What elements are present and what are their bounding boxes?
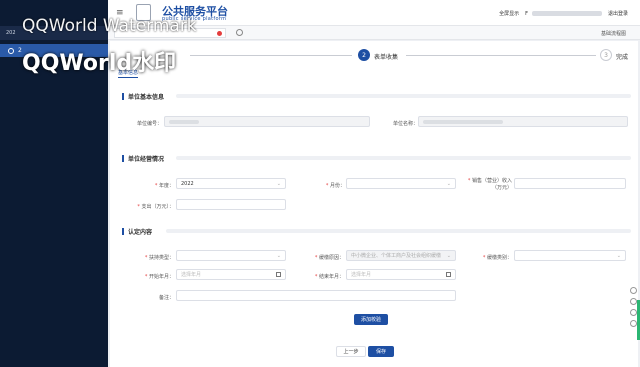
unit-no-field (164, 116, 370, 127)
close-tab-icon[interactable] (217, 31, 222, 36)
revenue-label: * 销售（营业）收入 （万元） (467, 178, 512, 191)
unit-name-label: 单位名称： (392, 121, 418, 127)
fullscreen-button[interactable]: 全屏显示 (499, 10, 519, 17)
tool-icon[interactable] (629, 298, 637, 305)
gear-icon (8, 47, 14, 54)
revenue-input[interactable] (514, 178, 626, 189)
calendar-icon (276, 272, 281, 277)
settings-icon[interactable] (236, 29, 243, 36)
category-select[interactable]: ⌄ (514, 250, 626, 261)
watermark-line-1: QQWorld Watermark (22, 16, 197, 36)
month-label: * 月份： (325, 183, 345, 189)
step-3-circle: 3 (600, 49, 612, 61)
chevron-down-icon: ⌄ (276, 181, 281, 187)
sidebar-tab-text: 202 (6, 30, 16, 36)
section-identify-title: 认定内容 (122, 227, 152, 236)
month-select[interactable]: ⌄ (346, 178, 456, 189)
category-label: * 缓缴类别： (482, 255, 512, 261)
prev-step-button[interactable]: 上一步 (336, 346, 366, 357)
header-actions: 全屏显示 F 退出登录 (493, 10, 628, 18)
step-2-label: 表单收集 (374, 54, 399, 61)
start-month-picker[interactable]: 选择年月 (176, 269, 286, 280)
watermark-line-2: QQWorld水印 (22, 51, 177, 76)
expense-input[interactable] (176, 199, 286, 210)
remark-input[interactable] (176, 290, 456, 301)
user-name[interactable]: F (525, 11, 528, 17)
flow-chart-link[interactable]: 基础流程图 (601, 30, 626, 37)
support-type-label: * 扶持类型： (144, 255, 174, 261)
save-button[interactable]: 保存 (368, 346, 394, 357)
chevron-down-icon: ⌄ (446, 253, 451, 259)
user-info-redacted (531, 11, 602, 16)
add-check-button[interactable]: 添加校验 (354, 314, 388, 325)
calendar-icon (446, 272, 451, 277)
unit-name-field (418, 116, 628, 127)
redacted-value (423, 119, 503, 124)
support-type-select[interactable]: ⌄ (176, 250, 286, 261)
unit-no-label: 单位编号： (136, 121, 162, 127)
expense-label: * 支出（万元）： (137, 204, 174, 210)
step-indicator: 2 表单收集 3 完成 (110, 45, 638, 65)
tool-icon[interactable] (629, 320, 637, 327)
reason-select[interactable]: 中小微企业、个体工商户及社会组织缓缴 ⌄ (346, 250, 456, 261)
redacted-value (169, 119, 199, 124)
section-operation-title: 单位经营情况 (122, 154, 164, 163)
tool-icon[interactable] (629, 287, 637, 294)
chevron-down-icon: ⌄ (616, 253, 621, 259)
start-month-label: * 开始年月： (144, 274, 174, 280)
logout-button[interactable]: 退出登录 (608, 10, 628, 17)
year-select[interactable]: 2022 ⌄ (176, 178, 286, 189)
step-connector (406, 55, 596, 56)
tool-icon[interactable] (629, 309, 637, 316)
end-month-label: * 结束年月： (314, 274, 344, 280)
chevron-down-icon: ⌄ (276, 253, 281, 259)
remark-label: 备注： (158, 295, 174, 301)
step-3-label: 完成 (616, 54, 629, 61)
end-month-picker[interactable]: 选择年月 (346, 269, 456, 280)
step-2-circle: 2 (358, 49, 370, 61)
year-label: * 年度： (154, 183, 174, 189)
step-connector (190, 55, 352, 56)
section-basic-title: 单位基本信息 (122, 92, 164, 101)
reason-label: * 缓缴原因： (314, 255, 344, 261)
main-card: 2 表单收集 3 完成 基本信息 单位基本信息 单位编号： 单位名称： 单位经营… (110, 41, 638, 367)
